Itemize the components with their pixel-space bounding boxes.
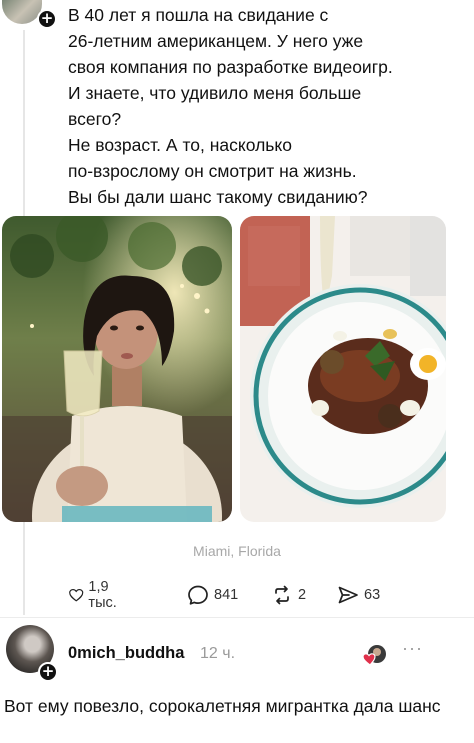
photo-food-illustration <box>240 216 446 522</box>
post-location: Miami, Florida <box>193 543 281 559</box>
author-avatar[interactable] <box>2 0 42 24</box>
share-button[interactable]: 63 <box>336 583 380 607</box>
share-count: 63 <box>364 587 381 603</box>
repost-button[interactable]: 2 <box>270 583 306 607</box>
repost-count: 2 <box>298 587 307 603</box>
liked-by-author-icon <box>362 643 388 669</box>
reply-timestamp: 12 ч. <box>200 645 236 662</box>
repost-arrows-icon <box>275 585 289 605</box>
like-count: 1,9 тыс. <box>88 579 117 611</box>
like-button[interactable]: 1,9 тыс. <box>68 579 124 611</box>
paper-plane-icon <box>338 586 358 604</box>
divider <box>0 617 474 618</box>
reply-text: Вот ему повезло, сорокалетняя мигрантка … <box>4 696 441 716</box>
comment-count: 841 <box>214 587 239 603</box>
plus-icon[interactable]: + <box>37 9 57 29</box>
reply-username[interactable]: 0mich_buddha <box>68 644 184 663</box>
plus-icon[interactable]: + <box>38 662 58 682</box>
post-photo-food[interactable] <box>240 216 446 522</box>
comment-button[interactable]: 841 <box>186 583 238 607</box>
post-photo-woman[interactable] <box>2 216 232 522</box>
more-options-button[interactable]: ··· <box>402 638 423 659</box>
speech-bubble-icon <box>188 585 208 605</box>
photo-woman-illustration <box>2 216 232 522</box>
post-text: В 40 лет я пошла на свидание с 26-летним… <box>68 5 393 207</box>
heart-outline-icon <box>69 588 84 602</box>
